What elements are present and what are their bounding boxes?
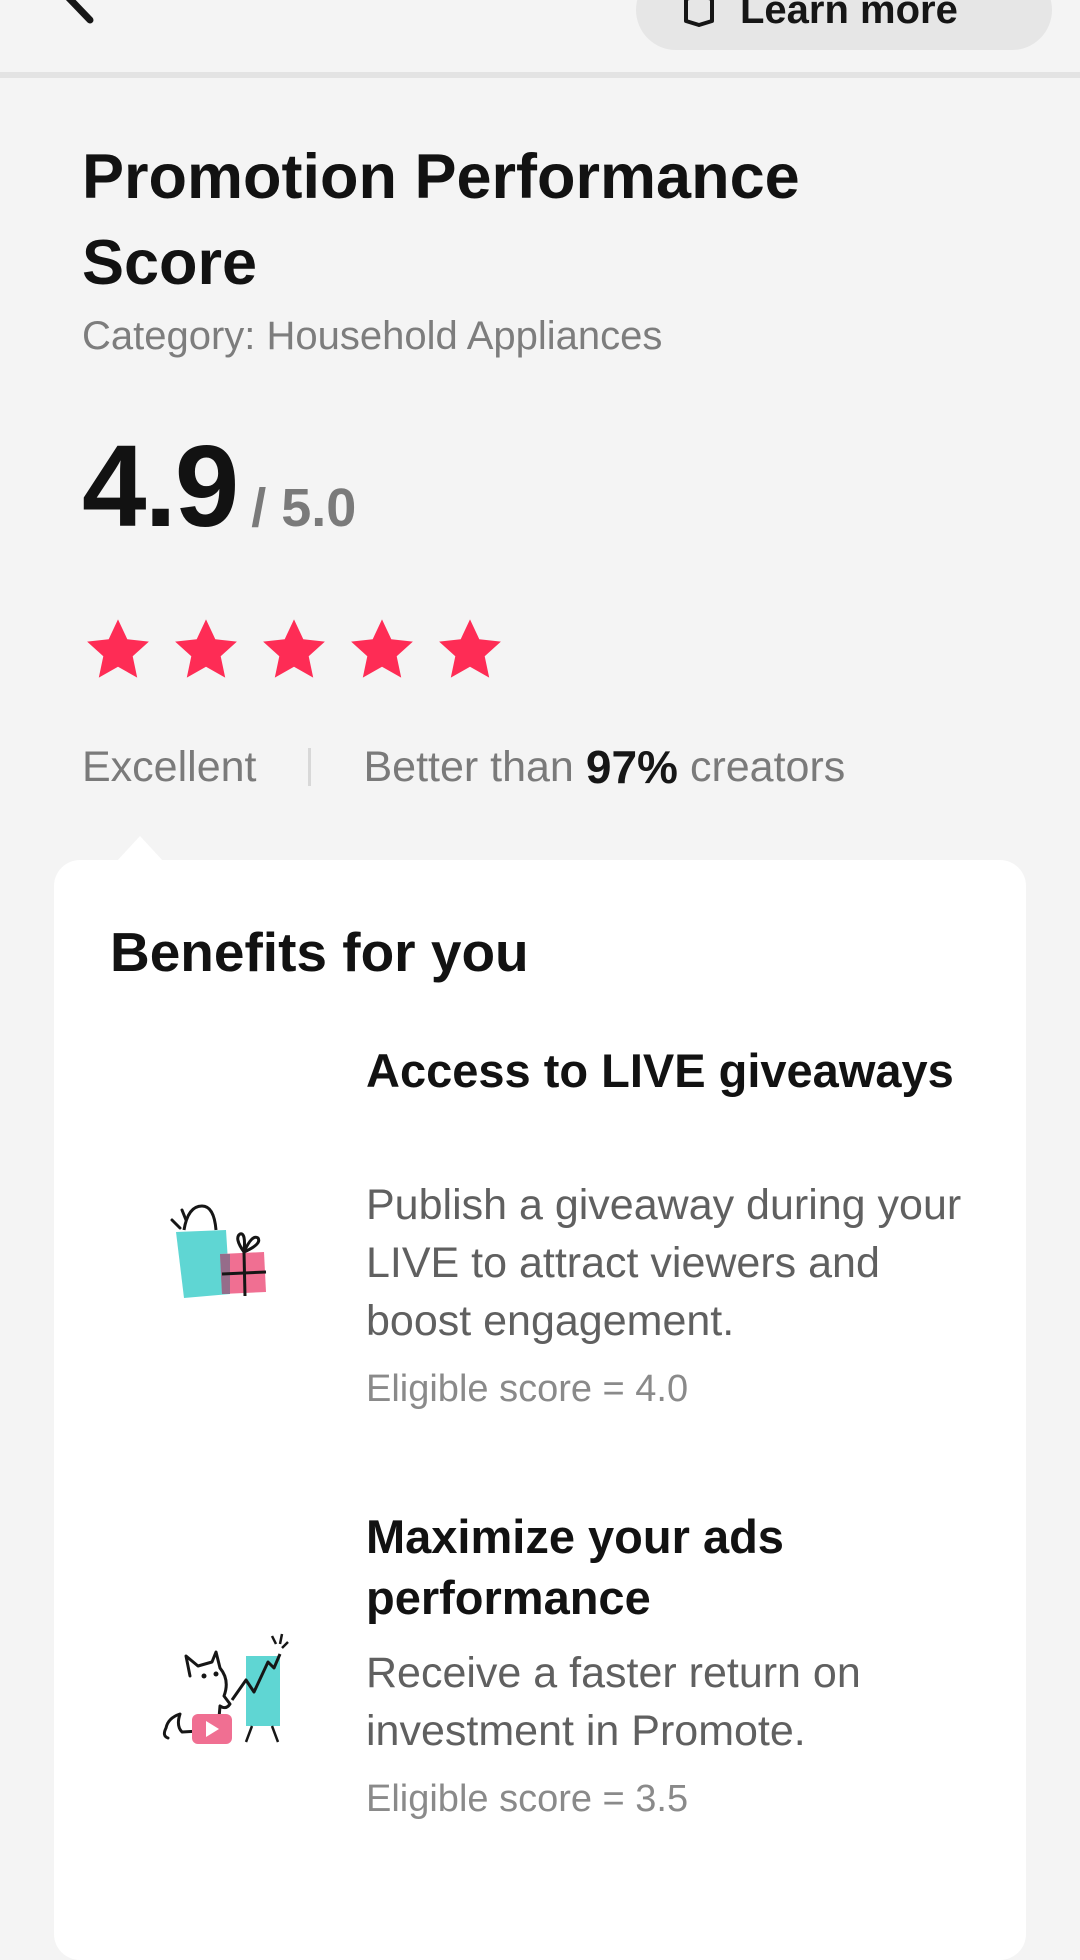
rating-summary: Excellent Better than 97% creators [82, 740, 845, 794]
score-value: 4.9 [82, 421, 239, 551]
benefit-eligibility: Eligible score = 3.5 [366, 1778, 689, 1820]
star-icon [258, 614, 330, 686]
benefit-title: Maximize your ads performance [366, 1510, 784, 1624]
book-icon [684, 0, 714, 27]
star-icon [434, 614, 506, 686]
dog-chart-presentation-icon [154, 1618, 294, 1758]
rating-separator [308, 748, 312, 786]
better-than-percent: 97% [585, 741, 678, 793]
category-label: Category: Household Appliances [82, 314, 663, 358]
benefits-title: Benefits for you [110, 921, 529, 983]
benefit-title: Access to LIVE giveaways [366, 1044, 954, 1097]
rating-label: Excellent [82, 742, 257, 791]
top-bar: Learn more [0, 0, 1080, 72]
page-title: Promotion Performance Score [82, 142, 800, 298]
star-icon [346, 614, 418, 686]
benefit-description: Publish a giveaway during your LIVE to a… [366, 1181, 962, 1345]
star-icon [82, 614, 154, 686]
better-than-suffix: creators [689, 742, 846, 791]
chevron-left-icon [65, 0, 94, 24]
better-than-prefix: Better than [363, 742, 574, 791]
learn-more-button[interactable]: Learn more [636, 0, 1052, 50]
header-divider [0, 72, 1080, 78]
card-pointer [116, 836, 164, 862]
shopping-bag-gift-icon [154, 1188, 294, 1328]
back-button[interactable] [40, 0, 110, 30]
score-display: 4.9 / 5.0 [82, 428, 356, 544]
star-icon [170, 614, 242, 686]
benefit-description: Receive a faster return on investment in… [366, 1649, 861, 1755]
learn-more-label: Learn more [740, 0, 958, 32]
score-max: / 5.0 [251, 478, 357, 538]
benefits-card: Benefits for you Access to LIVE giveaway… [54, 860, 1026, 1960]
star-rating [82, 614, 506, 686]
benefit-eligibility: Eligible score = 4.0 [366, 1368, 689, 1410]
